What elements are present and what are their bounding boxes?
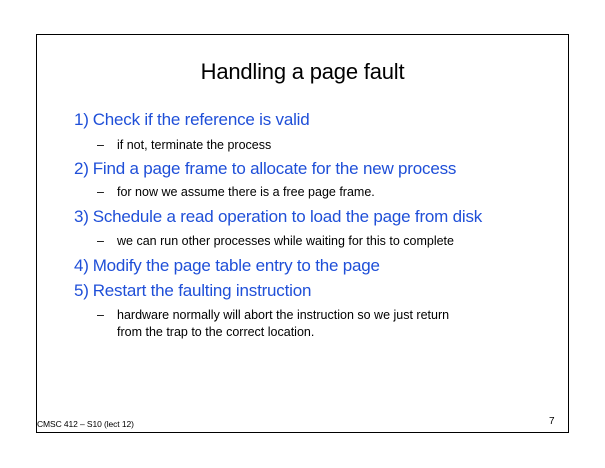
list-item-number: 1) [74,110,89,129]
sub-item-text: if not, terminate the process [117,138,272,152]
sub-item-3: – we can run other processes while waitin… [97,233,454,249]
list-item-5: 5) Restart the faulting instruction [74,281,311,301]
list-item-text: Modify the page table entry to the page [92,256,380,275]
list-item-text: Schedule a read operation to load the pa… [92,207,483,226]
sub-item-5: – hardware normally will abort the instru… [97,307,449,323]
sub-item-1: – if not, terminate the process [97,137,271,153]
list-item-text: Find a page frame to allocate for the ne… [92,159,457,178]
footer-course-label: CMSC 412 – S10 (lect 12) [37,419,134,429]
list-item-text: Restart the faulting instruction [92,281,312,300]
sub-item-2: – for now we assume there is a free page … [97,184,375,200]
list-item-number: 5) [74,281,89,300]
list-item-2: 2) Find a page frame to allocate for the … [74,159,456,179]
dash-bullet: – [97,308,104,322]
list-item-text: Check if the reference is valid [92,110,310,129]
dash-bullet: – [97,138,104,152]
list-item-number: 2) [74,159,89,178]
page-number: 7 [549,416,555,427]
dash-bullet: – [97,234,104,248]
list-item-4: 4) Modify the page table entry to the pag… [74,256,380,276]
list-item-number: 4) [74,256,89,275]
list-item-1: 1) Check if the reference is valid [74,110,310,130]
list-item-number: 3) [74,207,89,226]
sub-item-5-continuation: from the trap to the correct location. [117,325,315,339]
list-item-3: 3) Schedule a read operation to load the … [74,207,482,227]
sub-item-text: we can run other processes while waiting… [117,234,454,248]
slide-title: Handling a page fault [200,59,405,84]
sub-item-text: for now we assume there is a free page f… [117,185,375,199]
dash-bullet: – [97,185,104,199]
sub-item-text: hardware normally will abort the instruc… [117,308,450,322]
